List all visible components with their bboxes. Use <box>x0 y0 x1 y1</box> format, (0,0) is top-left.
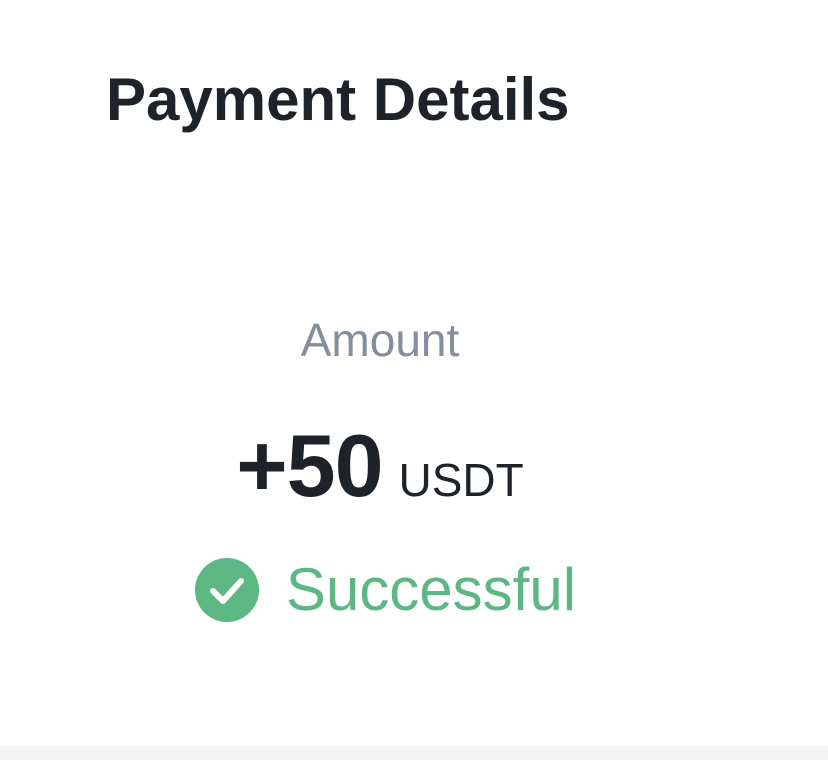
amount-currency: USDT <box>398 454 524 506</box>
page-title: Payment Details <box>106 66 570 133</box>
check-circle-icon <box>194 557 260 623</box>
amount-display: +50 USDT <box>0 418 760 514</box>
amount-value: +50 <box>236 416 383 515</box>
section-divider <box>0 746 828 760</box>
amount-label: Amount <box>300 314 460 366</box>
status-text: Successful <box>285 556 577 623</box>
status-indicator: Successful <box>0 555 770 625</box>
